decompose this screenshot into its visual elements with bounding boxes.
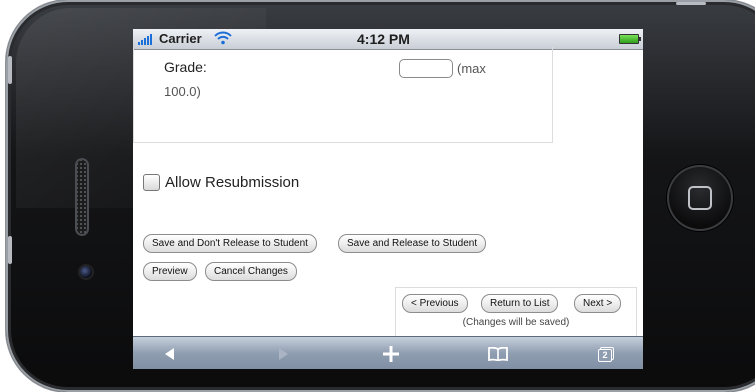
cancel-changes-button[interactable]: Cancel Changes xyxy=(205,262,297,281)
grade-max-value: 100.0) xyxy=(164,84,201,99)
allow-resubmission-label: Allow Resubmission xyxy=(165,174,300,191)
save-dont-release-button[interactable]: Save and Don't Release to Student xyxy=(143,234,317,253)
previous-button[interactable]: < Previous xyxy=(402,294,468,313)
next-button[interactable]: Next > xyxy=(574,294,622,313)
carrier-name: Carrier xyxy=(159,31,202,46)
earpiece-speaker xyxy=(75,158,89,236)
back-button[interactable] xyxy=(155,337,185,369)
save-release-button[interactable]: Save and Release to Student xyxy=(338,234,487,253)
grade-section: Grade: (max 100.0) xyxy=(133,47,553,143)
allow-resubmission-checkbox[interactable] xyxy=(143,174,160,191)
battery-icon xyxy=(619,34,641,44)
volume-button-top xyxy=(8,56,12,84)
home-square-icon xyxy=(688,186,712,210)
screen: Carrier 4:12 PM Grade: (max 100.0) Allow… xyxy=(133,29,643,369)
pages-icon: 2 xyxy=(598,346,614,362)
bookmarks-button[interactable] xyxy=(483,337,513,369)
open-book-icon xyxy=(488,346,508,361)
preview-button[interactable]: Preview xyxy=(143,262,197,281)
status-time: 4:12 PM xyxy=(357,31,410,47)
allow-resubmission-option[interactable]: Allow Resubmission xyxy=(143,174,299,191)
front-camera xyxy=(80,266,92,278)
changes-saved-note: (Changes will be saved) xyxy=(462,317,570,328)
sleep-button xyxy=(676,2,706,5)
grade-input[interactable] xyxy=(399,59,453,78)
signal-strength-icon xyxy=(138,34,152,45)
home-button[interactable] xyxy=(667,165,733,231)
plus-icon xyxy=(383,345,399,362)
wifi-icon xyxy=(214,31,232,45)
page-content: Grade: (max 100.0) Allow Resubmission Sa… xyxy=(133,47,643,348)
browser-toolbar: 2 xyxy=(133,336,643,369)
grade-max-text: (max xyxy=(457,61,486,76)
add-bookmark-button[interactable] xyxy=(376,337,406,369)
forward-arrow-icon xyxy=(279,347,288,360)
volume-button-bottom xyxy=(8,236,12,264)
return-to-list-button[interactable]: Return to List xyxy=(481,294,559,313)
pages-button[interactable]: 2 xyxy=(591,337,621,369)
back-arrow-icon xyxy=(165,347,174,360)
forward-button[interactable] xyxy=(268,337,298,369)
pages-count: 2 xyxy=(598,348,612,362)
grade-label: Grade: xyxy=(164,59,207,75)
